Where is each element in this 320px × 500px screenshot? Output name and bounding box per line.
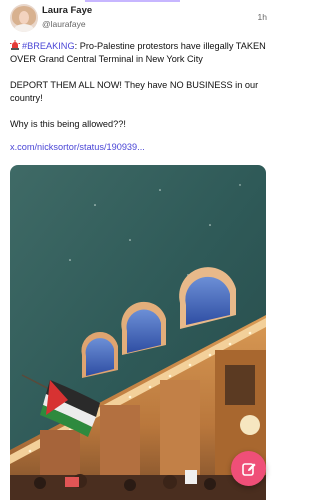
post-video[interactable] [10, 165, 266, 500]
progress-accent [85, 0, 180, 2]
pencil-edit-icon [241, 462, 256, 476]
video-frame [10, 165, 266, 500]
post-paragraph-2: DEPORT THEM ALL NOW! They have NO BUSINE… [10, 80, 259, 103]
compose-button[interactable] [231, 451, 266, 486]
police-light-icon [10, 40, 20, 50]
author-name[interactable]: Laura Faye [42, 5, 92, 16]
post-paragraph-1: #BREAKING: Pro-Palestine protestors have… [10, 39, 267, 66]
post-body: #BREAKING: Pro-Palestine protestors have… [10, 39, 267, 144]
author-handle[interactable]: @laurafaye [42, 19, 86, 29]
hashtag-link[interactable]: #BREAKING [22, 41, 75, 51]
post-paragraph-3: Why is this being allowed??! [10, 119, 126, 129]
post-link[interactable]: x.com/nicksortor/status/190939... [10, 142, 145, 152]
post-timestamp: 1h [257, 12, 267, 22]
avatar[interactable] [10, 4, 38, 32]
top-progress-bar [0, 0, 277, 2]
post-header: Laura Faye @laurafaye 1h [10, 4, 267, 32]
